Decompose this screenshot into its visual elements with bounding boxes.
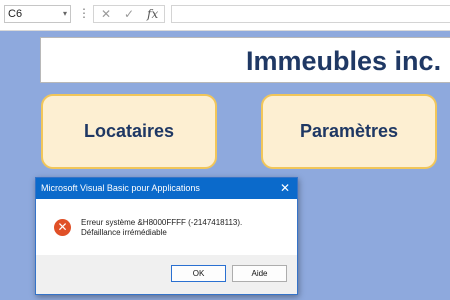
- dialog-title: Microsoft Visual Basic pour Applications: [41, 183, 200, 193]
- error-message: Erreur système &H8000FFFF (-2147418113).…: [81, 218, 243, 237]
- close-icon[interactable]: ✕: [280, 178, 290, 199]
- cancel-icon[interactable]: ✕: [101, 7, 111, 21]
- tenants-button[interactable]: Locataires: [41, 94, 217, 169]
- check-icon[interactable]: ✓: [124, 7, 134, 21]
- more-options-icon[interactable]: ⋮: [78, 6, 90, 20]
- error-icon: ✕: [54, 219, 71, 236]
- chevron-down-icon[interactable]: ▾: [63, 6, 67, 22]
- dialog-body: ✕ Erreur système &H8000FFFF (-2147418113…: [36, 199, 297, 255]
- function-icon[interactable]: fx: [147, 7, 158, 21]
- name-box-value: C6: [8, 8, 23, 20]
- formula-bar: C6 ▾ ⋮ ✕ ✓ fx: [0, 0, 450, 31]
- settings-button[interactable]: Paramètres: [261, 94, 437, 169]
- ok-button[interactable]: OK: [171, 265, 226, 282]
- error-dialog: Microsoft Visual Basic pour Applications…: [35, 177, 298, 295]
- dialog-titlebar[interactable]: Microsoft Visual Basic pour Applications…: [36, 178, 297, 199]
- formula-input[interactable]: [171, 5, 450, 23]
- title-banner: Immeubles inc.: [40, 37, 450, 83]
- page-title: Immeubles inc.: [246, 46, 442, 76]
- name-box[interactable]: C6 ▾: [4, 5, 71, 23]
- help-button[interactable]: Aide: [232, 265, 287, 282]
- formula-tools: ✕ ✓ fx: [93, 5, 165, 23]
